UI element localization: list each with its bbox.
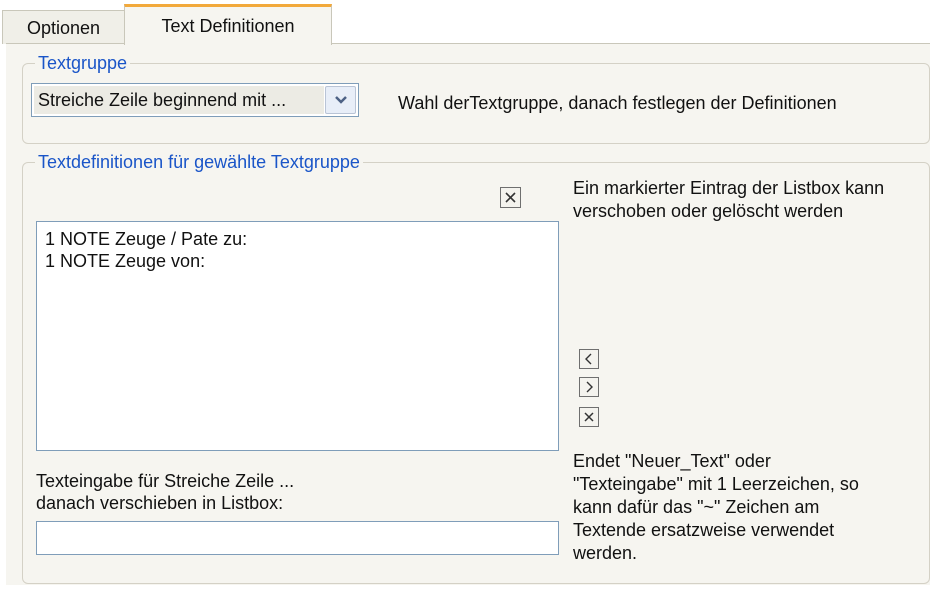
note-line-4: Textende ersatzweise verwendet	[573, 520, 835, 540]
definitions-legend: Textdefinitionen für gewählte Textgruppe	[35, 151, 363, 173]
move-left-button[interactable]	[579, 349, 599, 369]
listbox-hint-line-2: verschoben oder gelöscht werden	[573, 201, 844, 221]
input-label-line-2: danach verschieben in Listbox:	[36, 493, 284, 513]
textgruppe-combo[interactable]: Streiche Zeile beginnend mit ...	[31, 83, 359, 117]
tab-label: Text Definitionen	[161, 16, 295, 36]
textgruppe-hint: Wahl derTextgruppe, danach festlegen der…	[398, 93, 837, 113]
note-line-2: "Texteingabe" mit 1 Leerzeichen, so	[573, 474, 859, 494]
note-line-1: Endet "Neuer_Text" oder	[573, 451, 771, 471]
move-right-button[interactable]	[579, 377, 599, 397]
input-label-line-1: Texteingabe für Streiche Zeile ...	[36, 471, 295, 491]
combo-value: Streiche Zeile beginnend mit ...	[34, 86, 324, 114]
list-item[interactable]: 1 NOTE Zeuge / Pate zu:	[45, 228, 550, 250]
text-input-field[interactable]	[36, 521, 559, 555]
delete-entry-button[interactable]	[579, 407, 599, 427]
chevron-down-icon[interactable]	[325, 86, 356, 114]
definitions-listbox[interactable]: 1 NOTE Zeuge / Pate zu: 1 NOTE Zeuge von…	[36, 221, 559, 451]
textgruppe-legend: Textgruppe	[35, 52, 131, 74]
note-line-3: kann dafür das "~" Zeichen am	[573, 497, 820, 517]
tab-optionen[interactable]: Optionen	[2, 10, 125, 44]
close-icon	[583, 411, 595, 423]
clear-list-button[interactable]	[500, 187, 521, 208]
chevron-right-icon	[584, 381, 594, 393]
close-icon	[504, 191, 517, 204]
tab-strip: Optionen Text Definitionen	[0, 0, 930, 45]
list-item[interactable]: 1 NOTE Zeuge von:	[45, 250, 550, 272]
chevron-left-icon	[584, 353, 594, 365]
note-line-5: werden.	[573, 543, 638, 563]
tab-label: Optionen	[26, 18, 101, 38]
tab-text-definitionen[interactable]: Text Definitionen	[124, 4, 332, 45]
listbox-hint-line-1: Ein markierter Eintrag der Listbox kann	[573, 178, 885, 198]
